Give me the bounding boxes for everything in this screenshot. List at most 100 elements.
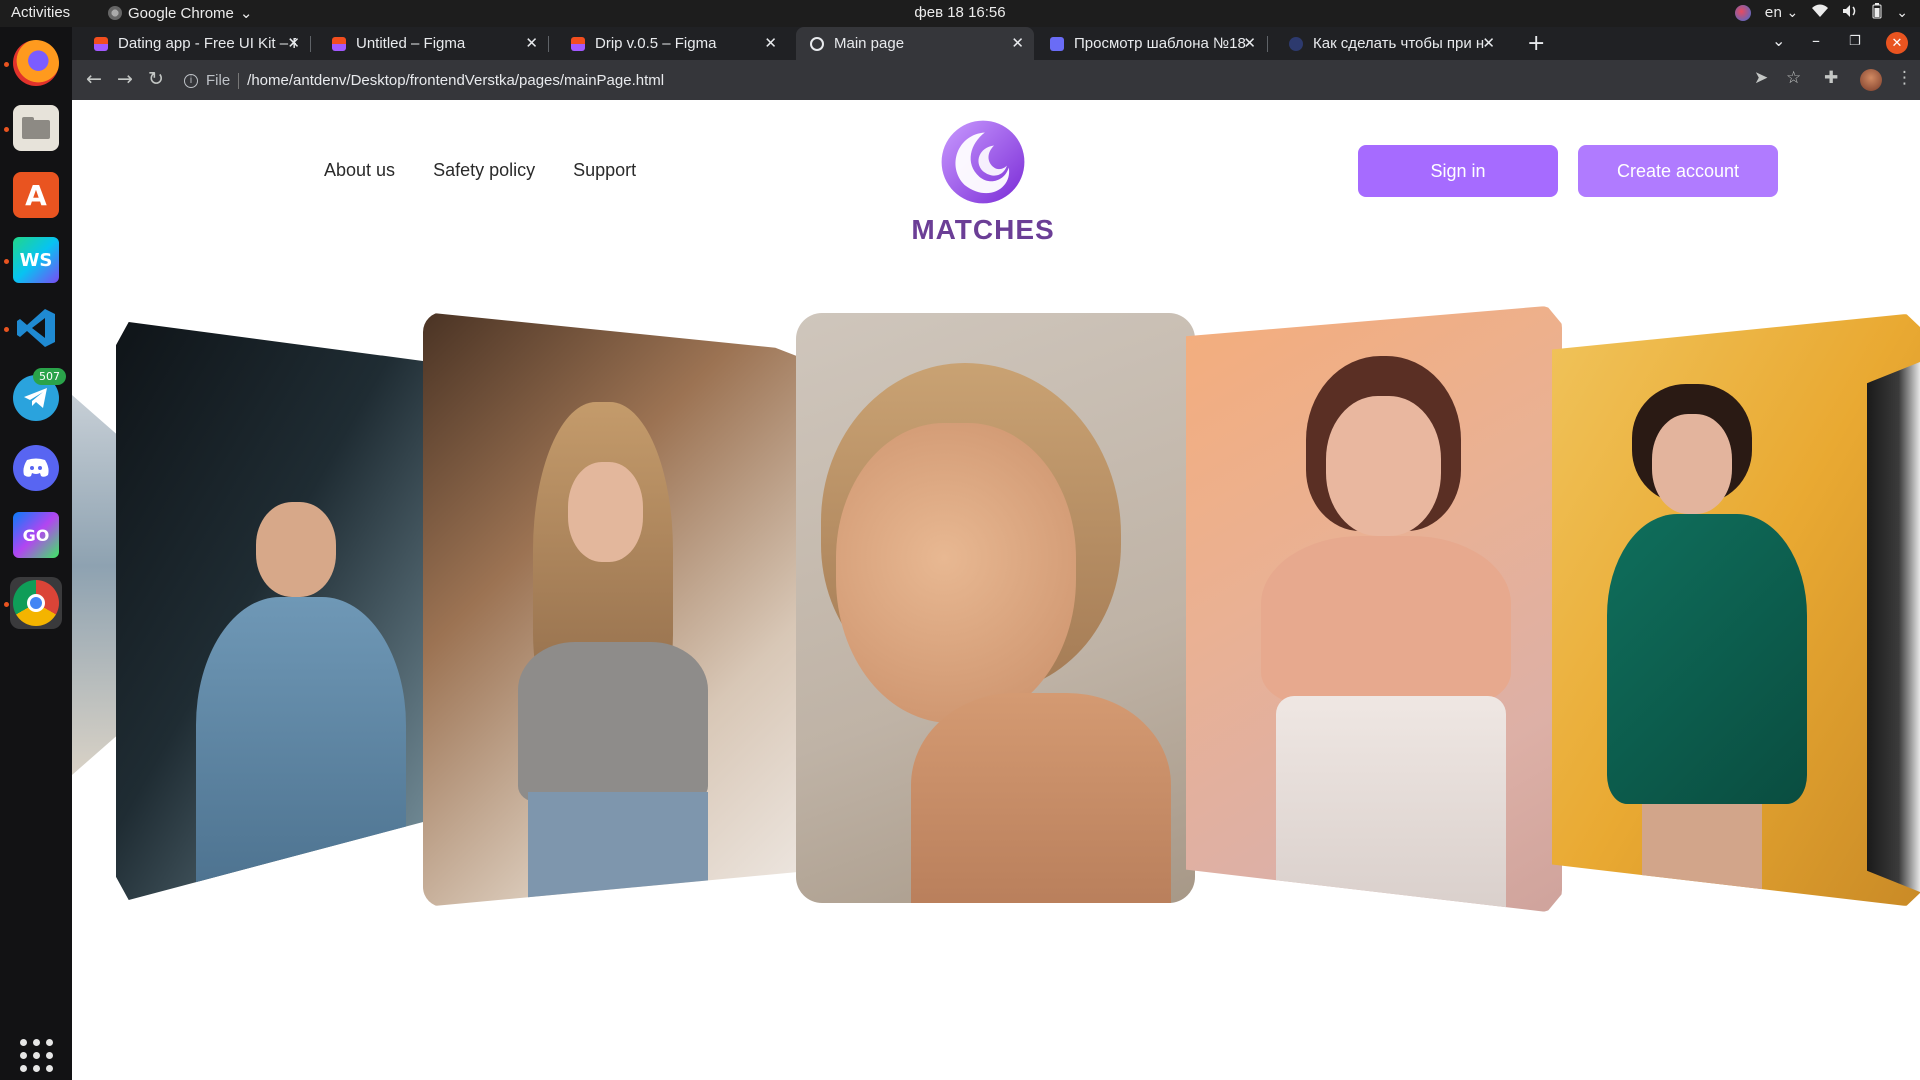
running-indicator	[4, 259, 9, 264]
chevron-down-icon: ⌄	[239, 5, 253, 22]
address-bar[interactable]: i File /home/antdenv/Desktop/frontendVer…	[184, 67, 1804, 94]
activities-button[interactable]: Activities	[11, 4, 70, 21]
tab-question[interactable]: Как сделать чтобы при н ✕	[1275, 27, 1505, 60]
keyboard-layout[interactable]: en ⌄	[1765, 5, 1799, 21]
dock-firefox[interactable]	[10, 37, 62, 89]
app-menu[interactable]: Google Chrome ⌄	[108, 4, 252, 22]
close-tab-icon[interactable]: ✕	[287, 34, 300, 52]
running-indicator	[4, 62, 9, 67]
figma-icon	[332, 36, 346, 51]
url-path: /home/antdenv/Desktop/frontendVerstka/pa…	[247, 72, 665, 89]
tab-search-icon[interactable]: ⌄	[1772, 31, 1785, 50]
minimize-icon[interactable]: –	[1812, 31, 1820, 50]
tab-divider	[1267, 36, 1268, 52]
dock-webstorm[interactable]: WS	[10, 234, 62, 286]
tab-divider	[310, 36, 311, 52]
files-icon	[13, 105, 59, 151]
nav-about-us[interactable]: About us	[324, 160, 395, 181]
nav-support[interactable]: Support	[573, 160, 636, 181]
carousel-card-center[interactable]	[796, 313, 1195, 903]
carousel-card-green-dress[interactable]	[1552, 314, 1920, 906]
portrait-face	[1326, 396, 1441, 536]
webstorm-icon: WS	[13, 237, 59, 283]
close-window-button[interactable]: ✕	[1886, 32, 1908, 54]
dock-goland[interactable]: GO	[10, 509, 62, 561]
reload-icon[interactable]: ↻	[148, 68, 164, 90]
app-menu-label: Google Chrome	[128, 4, 234, 22]
figma-icon	[94, 36, 108, 51]
portrait-top	[518, 642, 708, 802]
tab-untitled-figma[interactable]: Untitled – Figma ✕	[318, 27, 548, 60]
url-separator	[238, 72, 240, 89]
toolbar: ← → ↻ i File /home/antdenv/Desktop/front…	[72, 60, 1920, 100]
screen-record-icon[interactable]	[1734, 5, 1751, 21]
tab-drip-figma[interactable]: Drip v.0.5 – Figma ✕	[557, 27, 787, 60]
app-grid-icon	[19, 1038, 53, 1072]
portrait-face	[1652, 414, 1732, 514]
site-info-icon[interactable]: i	[184, 73, 198, 88]
carousel-card-blonde[interactable]	[423, 312, 806, 907]
send-icon[interactable]: ➤	[1754, 68, 1768, 88]
tab-template-preview[interactable]: Просмотр шаблона №18 ✕	[1036, 27, 1266, 60]
firefox-icon	[13, 40, 59, 86]
photo	[1867, 362, 1920, 892]
chrome-small-icon	[108, 6, 122, 20]
carousel-card-bob-hair[interactable]	[1186, 306, 1562, 912]
tab-dating-app[interactable]: Dating app - Free UI Kit – F ✕	[80, 27, 310, 60]
new-tab-button[interactable]: +	[1527, 31, 1545, 56]
portrait-dress	[1607, 514, 1807, 804]
dock-telegram[interactable]: 507	[10, 368, 66, 424]
close-tab-icon[interactable]: ✕	[525, 34, 538, 52]
clock[interactable]: фев 18 16:56	[0, 4, 1920, 21]
tab-title: Main page	[834, 35, 905, 52]
forward-icon[interactable]: →	[117, 68, 133, 90]
chevron-down-icon[interactable]: ⌄	[1896, 5, 1908, 21]
portrait-face	[256, 502, 336, 597]
more-menu-icon[interactable]: ⋮	[1896, 68, 1913, 88]
chrome-icon	[13, 580, 59, 626]
web-page: About us Safety policy Support MATCHES S…	[72, 100, 1920, 1080]
dock-discord[interactable]	[10, 442, 62, 494]
dock-vscode[interactable]	[10, 302, 62, 354]
tab-title: Drip v.0.5 – Figma	[595, 35, 717, 52]
tab-main-page[interactable]: Main page ✕	[796, 27, 1034, 60]
wifi-icon[interactable]	[1812, 4, 1829, 22]
close-tab-icon[interactable]: ✕	[764, 34, 777, 52]
volume-icon[interactable]	[1842, 4, 1858, 22]
portrait-jacket	[196, 597, 406, 900]
url-scheme: File	[206, 72, 231, 89]
bookmark-star-icon[interactable]: ☆	[1786, 68, 1801, 88]
show-applications-button[interactable]	[10, 1029, 62, 1080]
portrait-face	[836, 423, 1076, 723]
close-tab-icon[interactable]: ✕	[1011, 34, 1024, 52]
tab-title: Как сделать чтобы при н	[1313, 35, 1485, 52]
portrait-neck	[911, 693, 1171, 903]
sign-in-button[interactable]: Sign in	[1358, 145, 1558, 197]
create-account-button[interactable]: Create account	[1578, 145, 1778, 197]
restore-icon[interactable]: ❐	[1849, 34, 1861, 49]
dock-chrome[interactable]	[10, 577, 62, 629]
battery-icon[interactable]	[1872, 3, 1882, 23]
portrait-jeans	[528, 792, 708, 907]
carousel-card-man[interactable]	[116, 322, 434, 900]
back-icon[interactable]: ←	[86, 68, 102, 90]
tab-strip: Dating app - Free UI Kit – F ✕ Untitled …	[72, 27, 1920, 60]
tab-divider	[548, 36, 549, 52]
figma-icon	[571, 36, 585, 51]
goland-icon: GO	[13, 512, 59, 558]
vscode-icon	[13, 305, 59, 351]
close-tab-icon[interactable]: ✕	[1482, 34, 1495, 52]
telegram-unread-badge: 507	[33, 368, 66, 385]
dock-software[interactable]: A	[10, 169, 62, 221]
portrait-legs	[1642, 804, 1762, 904]
extensions-icon[interactable]: ✚	[1824, 68, 1838, 88]
site-logo[interactable]: MATCHES	[908, 116, 1058, 246]
carousel-card-far-right[interactable]	[1867, 362, 1920, 892]
nav-safety-policy[interactable]: Safety policy	[433, 160, 535, 181]
close-tab-icon[interactable]: ✕	[1243, 34, 1256, 52]
running-indicator	[4, 602, 9, 607]
system-tray[interactable]: en ⌄ ⌄	[1734, 3, 1908, 23]
profile-avatar[interactable]	[1860, 69, 1882, 91]
running-indicator	[4, 327, 9, 332]
dock-files[interactable]	[10, 102, 62, 154]
